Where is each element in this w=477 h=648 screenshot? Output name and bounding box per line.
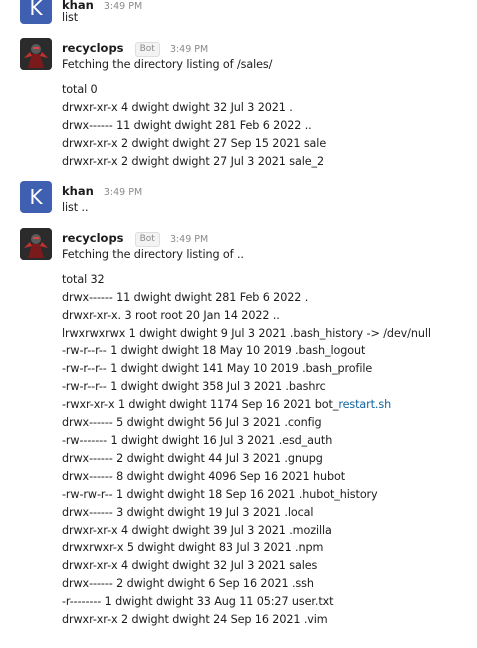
avatar[interactable] [20, 228, 52, 260]
timestamp[interactable]: 3:49 PM [170, 234, 208, 245]
avatar-letter: K [29, 185, 43, 209]
avatar[interactable] [20, 38, 52, 70]
message-text: list .. [62, 201, 89, 214]
listing-line: -rw-r--r-- 1 dwight dwight 358 Jul 3 202… [62, 380, 326, 393]
message-text: list [62, 11, 79, 24]
timestamp[interactable]: 3:49 PM [104, 1, 142, 12]
timestamp[interactable]: 3:49 PM [104, 187, 142, 198]
listing-line: lrwxrwxrwx 1 dwight dwight 9 Jul 3 2021 … [62, 327, 431, 340]
message-intro: Fetching the directory listing of .. [62, 248, 244, 261]
bot-badge: Bot [134, 42, 160, 57]
listing-line: drwx------ 2 dwight dwight 44 Jul 3 2021… [62, 452, 323, 465]
timestamp[interactable]: 3:49 PM [170, 44, 208, 55]
listing-line: drwx------ 11 dwight dwight 281 Feb 6 20… [62, 119, 312, 132]
listing-line: -r-------- 1 dwight dwight 33 Aug 11 05:… [62, 595, 334, 608]
listing-line: drwxr-xr-x 4 dwight dwight 32 Jul 3 2021… [62, 559, 318, 572]
message-header: recyclops Bot 3:49 PM [62, 229, 208, 247]
avatar[interactable]: K [20, 0, 52, 24]
username[interactable]: recyclops [62, 231, 124, 245]
listing-line: drwxr-xr-x 2 dwight dwight 24 Sep 16 202… [62, 613, 328, 626]
listing-line: drwx------ 8 dwight dwight 4096 Sep 16 2… [62, 470, 346, 483]
username[interactable]: khan [62, 184, 94, 198]
listing-line: -rwxr-xr-x 1 dwight dwight 1174 Sep 16 2… [62, 396, 391, 414]
listing-line: drwx------ 2 dwight dwight 6 Sep 16 2021… [62, 577, 314, 590]
listing-line: -rw-r--r-- 1 dwight dwight 18 May 10 201… [62, 344, 366, 357]
listing-line: drwxr-xr-x 4 dwight dwight 39 Jul 3 2021… [62, 524, 332, 537]
message-header: khan 3:49 PM [62, 182, 142, 198]
listing-line: -rw-rw-r-- 1 dwight dwight 18 Sep 16 202… [62, 488, 378, 501]
username[interactable]: recyclops [62, 41, 124, 55]
listing-text: -rwxr-xr-x 1 dwight dwight 1174 Sep 16 2… [62, 398, 339, 411]
listing-line: drwxr-xr-x 4 dwight dwight 32 Jul 3 2021… [62, 101, 293, 114]
message-intro: Fetching the directory listing of /sales… [62, 58, 273, 71]
listing-line: drwxr-xr-x 2 dwight dwight 27 Sep 15 202… [62, 137, 327, 150]
bot-avatar-icon [20, 38, 52, 70]
listing-line: -rw-r--r-- 1 dwight dwight 141 May 10 20… [62, 362, 373, 375]
listing-line: drwx------ 3 dwight dwight 19 Jul 3 2021… [62, 506, 314, 519]
listing-line: drwx------ 11 dwight dwight 281 Feb 6 20… [62, 291, 309, 304]
listing-line: -rw------- 1 dwight dwight 16 Jul 3 2021… [62, 434, 333, 447]
listing-line: total 0 [62, 83, 98, 96]
listing-line: total 32 [62, 273, 105, 286]
listing-line: drwxr-xr-x. 3 root root 20 Jan 14 2022 .… [62, 309, 280, 322]
restart-sh-link[interactable]: restart.sh [338, 398, 391, 411]
bot-badge: Bot [134, 232, 160, 247]
bot-avatar-icon [20, 228, 52, 260]
listing-line: drwxr-xr-x 2 dwight dwight 27 Jul 3 2021… [62, 155, 325, 168]
listing-line: drwxrwxr-x 5 dwight dwight 83 Jul 3 2021… [62, 541, 324, 554]
avatar[interactable]: K [20, 181, 52, 213]
listing-line: drwx------ 5 dwight dwight 56 Jul 3 2021… [62, 416, 322, 429]
message-header: recyclops Bot 3:49 PM [62, 39, 208, 57]
avatar-letter: K [29, 0, 43, 20]
